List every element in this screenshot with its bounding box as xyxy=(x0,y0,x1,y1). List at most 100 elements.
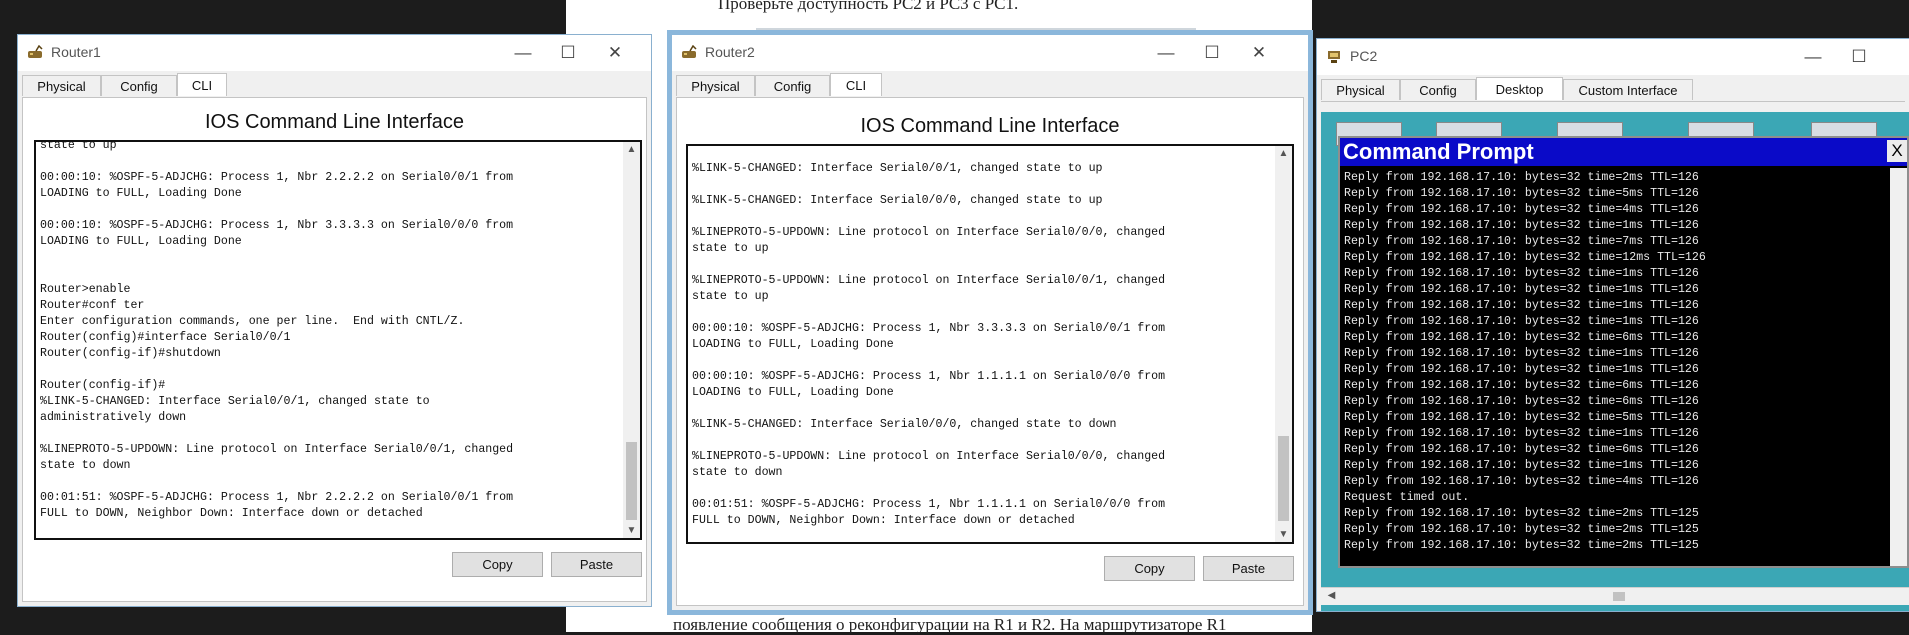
cli-header: IOS Command Line Interface xyxy=(204,111,464,133)
console-line: Reply from 192.168.17.10: bytes=32 time=… xyxy=(1344,283,1699,296)
tab-desktop[interactable]: Desktop xyxy=(1476,77,1563,100)
console-line: Enter configuration commands, one per li… xyxy=(40,315,465,328)
close-icon[interactable]: X xyxy=(1887,140,1907,162)
pc2-titlebar[interactable]: PC2 — ☐ xyxy=(1317,39,1909,75)
console-line: Reply from 192.168.17.10: bytes=32 time=… xyxy=(1344,427,1699,440)
minimize-button[interactable]: — xyxy=(508,41,538,65)
scroll-down-icon[interactable]: ▼ xyxy=(1275,529,1292,540)
console-line: %LINK-5-CHANGED: Interface Serial0/0/0, … xyxy=(692,194,1103,207)
console-line: FULL to DOWN, Neighbor Down: Interface d… xyxy=(692,514,1075,527)
document-text-top: Проверьте доступность PC2 и PC3 с PC1. xyxy=(718,0,1019,13)
console-line: 00:01:51: %OSPF-5-ADJCHG: Process 1, Nbr… xyxy=(40,491,514,504)
copy-button[interactable]: Copy xyxy=(1104,556,1195,581)
router2-console-text: %LINK-5-CHANGED: Interface Serial0/0/1, … xyxy=(692,146,1270,529)
console-line: %LINEPROTO-5-UPDOWN: Line protocol on In… xyxy=(692,226,1166,239)
console-line: Reply from 192.168.17.10: bytes=32 time=… xyxy=(1344,219,1699,232)
console-line: %LINEPROTO-5-UPDOWN: Line protocol on In… xyxy=(692,450,1166,463)
console-line: state to up xyxy=(40,140,117,152)
console-line: Reply from 192.168.17.10: bytes=32 time=… xyxy=(1344,507,1699,520)
maximize-button[interactable]: ☐ xyxy=(1844,45,1874,69)
router1-console[interactable]: state to up 00:00:10: %OSPF-5-ADJCHG: Pr… xyxy=(34,140,642,540)
console-line: Reply from 192.168.17.10: bytes=32 time=… xyxy=(1344,267,1699,280)
console-line: 00:01:51: %OSPF-5-ADJCHG: Process 1, Nbr… xyxy=(692,498,1166,511)
console-line: 00:00:10: %OSPF-5-ADJCHG: Process 1, Nbr… xyxy=(692,322,1166,335)
tab-cli[interactable]: CLI xyxy=(830,73,882,96)
console-line: Router(config-if)# xyxy=(40,379,166,392)
console-scrollbar[interactable]: ▲ ▼ xyxy=(623,142,640,538)
console-line: LOADING to FULL, Loading Done xyxy=(40,235,242,248)
pc2-title: PC2 xyxy=(1350,48,1378,64)
console-line: Reply from 192.168.17.10: bytes=32 time=… xyxy=(1344,171,1699,184)
console-line: Reply from 192.168.17.10: bytes=32 time=… xyxy=(1344,331,1699,344)
console-line: Reply from 192.168.17.10: bytes=32 time=… xyxy=(1344,443,1699,456)
console-line: LOADING to FULL, Loading Done xyxy=(692,386,894,399)
router2-titlebar[interactable]: Router2 — ☐ ✕ xyxy=(672,35,1308,71)
scroll-down-icon[interactable]: ▼ xyxy=(623,525,640,536)
scroll-thumb[interactable] xyxy=(1278,436,1289,521)
console-line: Reply from 192.168.17.10: bytes=32 time=… xyxy=(1344,363,1699,376)
console-line: LOADING to FULL, Loading Done xyxy=(40,187,242,200)
close-button[interactable]: ✕ xyxy=(600,41,630,65)
horizontal-scrollbar[interactable]: ◀ xyxy=(1321,587,1909,605)
paste-button[interactable]: Paste xyxy=(1203,556,1294,581)
console-line: Reply from 192.168.17.10: bytes=32 time=… xyxy=(1344,411,1699,424)
console-line: 00:00:10: %OSPF-5-ADJCHG: Process 1, Nbr… xyxy=(40,171,514,184)
minimize-button[interactable]: — xyxy=(1151,41,1181,65)
cli-header: IOS Command Line Interface xyxy=(860,115,1120,137)
scroll-left-icon[interactable]: ◀ xyxy=(1323,590,1340,601)
command-prompt-window[interactable]: Command Prompt X Reply from 192.168.17.1… xyxy=(1338,136,1909,568)
router1-tab-bar: Physical Config CLI xyxy=(22,73,647,98)
tab-config[interactable]: Config xyxy=(1400,79,1476,100)
tab-config[interactable]: Config xyxy=(755,75,830,96)
horizontal-scroll-thumb[interactable] xyxy=(1613,592,1625,601)
router1-titlebar[interactable]: Router1 — ☐ ✕ xyxy=(18,35,651,71)
copy-button[interactable]: Copy xyxy=(452,552,543,577)
command-prompt-scrollbar[interactable] xyxy=(1890,168,1907,566)
minimize-button[interactable]: — xyxy=(1798,45,1828,69)
console-line: state to up xyxy=(692,242,769,255)
command-prompt-title-bar: Command Prompt X xyxy=(1340,138,1907,166)
tab-physical[interactable]: Physical xyxy=(1321,79,1400,100)
console-line: Reply from 192.168.17.10: bytes=32 time=… xyxy=(1344,315,1699,328)
tab-cli[interactable]: CLI xyxy=(177,73,227,96)
close-button[interactable]: ✕ xyxy=(1244,41,1274,65)
console-line: %LINEPROTO-5-UPDOWN: Line protocol on In… xyxy=(692,274,1166,287)
scroll-thumb[interactable] xyxy=(626,442,637,520)
console-line: %LINK-5-CHANGED: Interface Serial0/0/0, … xyxy=(692,418,1117,431)
router2-console[interactable]: %LINK-5-CHANGED: Interface Serial0/0/1, … xyxy=(686,144,1294,544)
console-line: Reply from 192.168.17.10: bytes=32 time=… xyxy=(1344,475,1699,488)
console-scrollbar[interactable]: ▲ ▼ xyxy=(1275,146,1292,542)
tab-config[interactable]: Config xyxy=(101,75,177,96)
router-app-icon xyxy=(682,45,697,58)
console-line: Reply from 192.168.17.10: bytes=32 time=… xyxy=(1344,395,1699,408)
pc2-tab-bar: Physical Config Desktop Custom Interface xyxy=(1321,77,1905,102)
router-app-icon xyxy=(28,45,43,58)
pc2-window: PC2 — ☐ Physical Config Desktop Custom I… xyxy=(1316,38,1909,612)
maximize-button[interactable]: ☐ xyxy=(1197,41,1227,65)
console-line: Reply from 192.168.17.10: bytes=32 time=… xyxy=(1344,523,1699,536)
console-line: Router(config-if)#shutdown xyxy=(40,347,221,360)
scroll-up-icon[interactable]: ▲ xyxy=(1275,148,1292,159)
command-prompt-output: Reply from 192.168.17.10: bytes=32 time=… xyxy=(1344,170,1883,554)
tab-physical[interactable]: Physical xyxy=(676,75,755,96)
tab-physical[interactable]: Physical xyxy=(22,75,101,96)
console-line: FULL to DOWN, Neighbor Down: Interface d… xyxy=(40,507,423,520)
console-line: Reply from 192.168.17.10: bytes=32 time=… xyxy=(1344,251,1706,264)
paste-button[interactable]: Paste xyxy=(551,552,642,577)
console-line: state to down xyxy=(40,459,131,472)
maximize-button[interactable]: ☐ xyxy=(553,41,583,65)
console-line: Router#conf ter xyxy=(40,299,145,312)
tab-custom-interface[interactable]: Custom Interface xyxy=(1563,79,1693,100)
pc-app-icon xyxy=(1328,51,1340,63)
console-line: %LINEPROTO-5-UPDOWN: Line protocol on In… xyxy=(40,443,514,456)
scroll-up-icon[interactable]: ▲ xyxy=(623,144,640,155)
